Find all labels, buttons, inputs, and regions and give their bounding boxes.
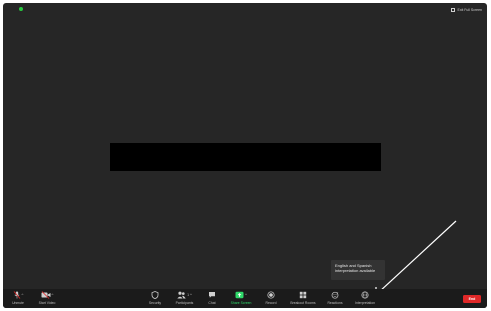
participants-button[interactable]: 1 ^ Participants <box>171 290 198 307</box>
interpretation-tooltip-text: English and Spanish interpretation avail… <box>335 263 376 273</box>
grid-icon <box>299 291 307 298</box>
microphone-muted-icon <box>13 290 20 299</box>
encryption-indicator-icon[interactable] <box>19 7 23 11</box>
security-label: Security <box>148 301 162 305</box>
share-arrow-icon <box>235 291 244 298</box>
meeting-window: Exit Full Screen English and Spanish int… <box>3 3 487 308</box>
exit-fullscreen-label: Exit Full Screen <box>457 7 482 12</box>
start-video-label: Start Video <box>38 301 56 305</box>
unmute-label: Unmute <box>12 301 24 305</box>
reactions-label: Reactions <box>327 301 343 305</box>
chat-label: Chat <box>208 301 216 305</box>
unmute-options-chevron-icon[interactable]: ^ <box>22 292 24 297</box>
people-icon <box>177 291 186 298</box>
emoji-icon: + <box>331 291 339 299</box>
camera-off-icon <box>41 290 51 299</box>
record-label: Record <box>265 301 277 305</box>
share-options-chevron-icon[interactable]: ^ <box>245 292 247 297</box>
share-screen-button[interactable]: ^ Share Screen <box>226 290 256 307</box>
security-button[interactable]: Security <box>145 290 165 307</box>
meeting-toolbar: ^ Unmute ^ Start Video Security 1 ^ Part… <box>3 289 487 308</box>
participants-options-chevron-icon[interactable]: ^ <box>190 292 192 297</box>
participants-label: Participants <box>175 301 194 305</box>
end-label: End <box>468 297 476 301</box>
breakout-rooms-button[interactable]: Breakout Rooms <box>286 290 320 307</box>
record-button[interactable]: Record <box>262 290 280 307</box>
share-screen-label: Share Screen <box>230 301 252 305</box>
exit-fullscreen-icon <box>451 7 456 12</box>
interpretation-tooltip: English and Spanish interpretation avail… <box>331 260 385 280</box>
svg-text:+: + <box>337 291 339 295</box>
unmute-button[interactable]: ^ Unmute <box>9 290 27 307</box>
top-bar: Exit Full Screen <box>3 3 487 15</box>
chat-button[interactable]: Chat <box>204 290 220 307</box>
exit-fullscreen-button[interactable]: Exit Full Screen <box>451 6 482 13</box>
interpretation-label: Interpretation <box>355 301 375 305</box>
shield-icon <box>151 290 159 299</box>
reactions-button[interactable]: + Reactions <box>325 290 345 307</box>
video-content-area <box>110 143 381 171</box>
record-dot-icon <box>267 290 275 299</box>
breakout-rooms-label: Breakout Rooms <box>290 301 316 305</box>
interpretation-button[interactable]: Interpretation <box>351 290 379 307</box>
start-video-button[interactable]: ^ Start Video <box>34 290 60 307</box>
chat-bubble-icon <box>209 291 215 298</box>
end-meeting-button[interactable]: End <box>463 295 481 303</box>
video-options-chevron-icon[interactable]: ^ <box>52 292 54 297</box>
participants-count: 1 <box>187 292 190 297</box>
globe-icon <box>361 290 369 299</box>
